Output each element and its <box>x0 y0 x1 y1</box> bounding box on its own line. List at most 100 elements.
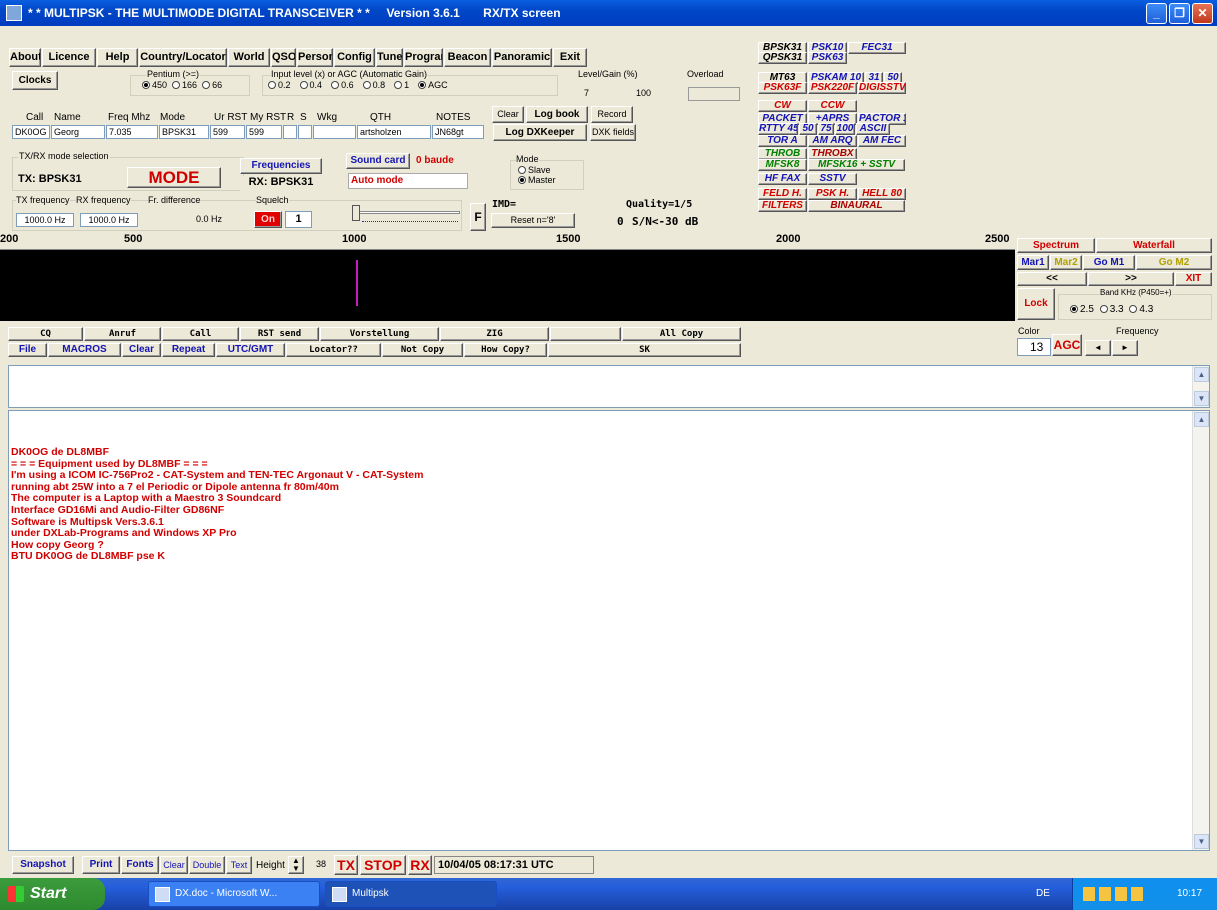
stop-button[interactable]: STOP <box>360 855 406 875</box>
tx-text-area[interactable]: ▲ ▼ <box>8 365 1210 408</box>
scroll-down-icon[interactable]: ▼ <box>1194 391 1209 406</box>
macro-locator---button[interactable]: Locator?? <box>286 343 381 357</box>
fonts-button[interactable]: Fonts <box>121 856 159 874</box>
tx-scrollbar[interactable]: ▲ ▼ <box>1192 366 1209 407</box>
macro-how-copy--button[interactable]: How Copy? <box>464 343 547 357</box>
menu-qso-button[interactable]: QSO <box>271 48 296 67</box>
s-field[interactable] <box>298 125 312 139</box>
rx-frequency-field[interactable]: 1000.0 Hz <box>80 213 138 227</box>
mode-filters-button[interactable]: FILTERS <box>758 200 807 212</box>
mode-50-button[interactable]: 50 <box>799 123 817 135</box>
spectrum-display[interactable] <box>0 250 1015 321</box>
macro-call-button[interactable]: Call <box>162 327 239 341</box>
menu-program-button[interactable]: Program <box>404 48 443 67</box>
level-field[interactable]: 7 <box>582 87 614 101</box>
wkg-field[interactable] <box>313 125 356 139</box>
maximize-button[interactable]: ❐ <box>1169 3 1190 24</box>
height-value[interactable]: 38 <box>310 857 332 873</box>
height-spinner-icon[interactable]: ▲ ▼ <box>288 856 304 874</box>
rx-button[interactable]: RX <box>408 855 432 875</box>
clocks-button[interactable]: Clocks <box>12 71 58 90</box>
mode-tor-a-button[interactable]: TOR A <box>758 135 807 147</box>
menu-exit-button[interactable]: Exit <box>553 48 587 67</box>
macro-macros-button[interactable]: MACROS <box>48 343 121 357</box>
macro-cq-button[interactable]: CQ <box>8 327 83 341</box>
menu-about-button[interactable]: About <box>9 48 41 67</box>
pentium-options[interactable]: 450 166 66 <box>142 80 222 90</box>
macro-sk-button[interactable]: SK <box>548 343 741 357</box>
name-field[interactable]: Georg <box>51 125 105 139</box>
log-dxkeeper-button[interactable]: Log DXKeeper <box>493 124 587 141</box>
menu-help-button[interactable]: Help <box>97 48 138 67</box>
go-m2-button[interactable]: Go M2 <box>1136 255 1212 270</box>
mode-psk63-button[interactable]: PSK63 <box>808 52 847 64</box>
macro-empty-button[interactable] <box>550 327 621 341</box>
rx-text-area[interactable]: DK0OG de DL8MBF = = = Equipment used by … <box>8 410 1210 851</box>
rewind-button[interactable]: << <box>1017 272 1087 286</box>
macro-utc-gmt-button[interactable]: UTC/GMT <box>216 343 285 357</box>
mode-qpsk31-button[interactable]: QPSK31 <box>758 52 807 64</box>
frequencies-button[interactable]: Frequencies <box>240 158 322 174</box>
text-button[interactable]: Text <box>226 856 252 874</box>
tx-frequency-field[interactable]: 1000.0 Hz <box>16 213 74 227</box>
mode-psk63f-button[interactable]: PSK63F <box>758 82 807 94</box>
forward-button[interactable]: >> <box>1088 272 1174 286</box>
sound-card-button[interactable]: Sound card <box>346 153 410 169</box>
scroll-down-icon[interactable]: ▼ <box>1194 834 1209 849</box>
waterfall-button[interactable]: Waterfall <box>1096 238 1212 253</box>
menu-config-button[interactable]: Config <box>334 48 375 67</box>
mode-psk-h--button[interactable]: PSK H. <box>808 188 857 200</box>
close-button[interactable]: ✕ <box>1192 3 1213 24</box>
menu-world-button[interactable]: World <box>228 48 270 67</box>
mode-mfsk16---sstv-button[interactable]: MFSK16 + SSTV <box>808 159 905 171</box>
tray-icons[interactable] <box>1083 887 1143 901</box>
ur-rst-field[interactable]: 599 <box>210 125 245 139</box>
language-indicator[interactable]: DE <box>1036 888 1050 899</box>
call-field[interactable]: DK0OG <box>12 125 50 139</box>
snapshot-button[interactable]: Snapshot <box>12 856 74 874</box>
color-spinner[interactable]: 13 <box>1017 338 1051 356</box>
mode-hell-80-button[interactable]: HELL 80 <box>858 188 906 200</box>
task-multipsk[interactable]: Multipsk <box>325 881 497 907</box>
scroll-up-icon[interactable]: ▲ <box>1194 367 1209 382</box>
mode-am-arq-button[interactable]: AM ARQ <box>808 135 857 147</box>
macro-clear-button[interactable]: Clear <box>122 343 161 357</box>
mode-digisstv-button[interactable]: DIGISSTV <box>858 82 906 94</box>
clear-rx-button[interactable]: Clear <box>160 856 188 874</box>
minimize-button[interactable]: _ <box>1146 3 1167 24</box>
macro-anruf-button[interactable]: Anruf <box>84 327 161 341</box>
macro-rst-send-button[interactable]: RST send <box>240 327 319 341</box>
macro-file-button[interactable]: File <box>8 343 47 357</box>
title-bar[interactable]: * * MULTIPSK - THE MULTIMODE DIGITAL TRA… <box>0 0 1217 26</box>
menu-licence-button[interactable]: Licence <box>42 48 96 67</box>
squelch-on-button[interactable]: On <box>254 211 282 228</box>
squelch-slider[interactable] <box>350 204 462 228</box>
mode-field[interactable]: BPSK31 <box>159 125 209 139</box>
mar1-button[interactable]: Mar1 <box>1017 255 1049 270</box>
mode-ascii-button[interactable]: ASCII <box>856 123 890 135</box>
my-rst-field[interactable]: 599 <box>246 125 282 139</box>
mode-psk220f-button[interactable]: PSK220F <box>808 82 857 94</box>
reset-button[interactable]: Reset n='8' <box>491 213 575 228</box>
print-button[interactable]: Print <box>82 856 120 874</box>
input-level-options[interactable]: 0.2 0.4 0.6 0.8 1 AGC <box>268 80 448 90</box>
menu-panoramic-button[interactable]: Panoramic <box>492 48 552 67</box>
rx-scrollbar[interactable]: ▲ ▼ <box>1192 411 1209 850</box>
macro-vorstellung-button[interactable]: Vorstellung <box>320 327 439 341</box>
start-button[interactable]: Start <box>0 878 105 910</box>
notes-field[interactable]: JN68gt <box>432 125 484 139</box>
gain-field[interactable]: 100 <box>634 87 682 101</box>
go-m1-button[interactable]: Go M1 <box>1083 255 1135 270</box>
macro-zig-button[interactable]: ZIG <box>440 327 549 341</box>
r-field[interactable] <box>283 125 297 139</box>
mode-ccw-button[interactable]: CCW <box>808 100 857 112</box>
clear-qso-button[interactable]: Clear <box>492 106 524 123</box>
menu-countrylocator-button[interactable]: Country/Locator <box>139 48 227 67</box>
double-button[interactable]: Double <box>189 856 225 874</box>
mode-fec31-button[interactable]: FEC31 <box>848 42 906 54</box>
squelch-value[interactable]: 1 <box>285 211 312 228</box>
lock-button[interactable]: Lock <box>1017 288 1055 320</box>
band-options[interactable]: 2.5 3.3 4.3 <box>1070 304 1153 315</box>
log-book-button[interactable]: Log book <box>526 106 588 123</box>
menu-personal-button[interactable]: Personal <box>297 48 333 67</box>
